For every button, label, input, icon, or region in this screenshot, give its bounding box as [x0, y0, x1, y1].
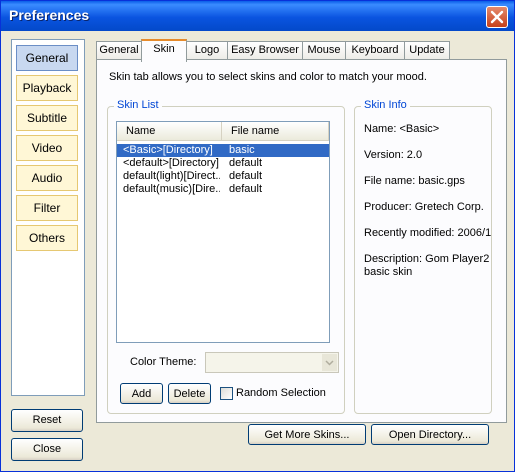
column-header-name[interactable]: Name	[117, 122, 222, 140]
skin-row[interactable]: default(music)[Dire... default	[117, 183, 329, 196]
sidebar-item-playback[interactable]: Playback	[16, 75, 78, 101]
column-header-file-name[interactable]: File name	[222, 122, 329, 140]
sidebar-item-audio[interactable]: Audio	[16, 165, 78, 191]
skin-row-name: <Basic>[Directory]	[123, 144, 213, 156]
random-selection-checkbox[interactable]	[220, 387, 233, 400]
skin-row[interactable]: <default>[Directory] default	[117, 157, 329, 170]
close-icon	[490, 10, 504, 24]
skin-row[interactable]: <Basic>[Directory] basic	[117, 144, 329, 157]
skin-info-version: Version: 2.0	[364, 149, 423, 161]
skin-info-file-name: File name: basic.gps	[364, 175, 465, 187]
sidebar-item-subtitle[interactable]: Subtitle	[16, 105, 78, 131]
sidebar-item-filter[interactable]: Filter	[16, 195, 78, 221]
tab-keyboard[interactable]: Keyboard	[345, 41, 405, 60]
add-skin-button[interactable]: Add	[120, 383, 163, 404]
preferences-window: Preferences General Playback Subtitle Vi…	[0, 0, 515, 472]
delete-skin-button[interactable]: Delete	[168, 383, 211, 404]
skin-info-title: Skin Info	[361, 99, 410, 111]
skin-list-group: Skin List Name File name <Basic>[Directo…	[107, 99, 345, 414]
color-theme-label: Color Theme:	[130, 356, 197, 368]
window-title: Preferences	[9, 7, 90, 23]
tab-skin[interactable]: Skin	[141, 39, 187, 62]
skin-row-name: default(music)[Dire...	[123, 183, 220, 195]
chevron-down-icon	[325, 360, 334, 366]
skin-row-file: default	[229, 157, 263, 169]
tab-easy-browser[interactable]: Easy Browser	[227, 41, 303, 60]
skin-info-description: Description: Gom Player2	[364, 253, 490, 265]
get-more-skins-button[interactable]: Get More Skins...	[248, 424, 366, 445]
reset-button[interactable]: Reset	[11, 409, 83, 432]
skin-list-title: Skin List	[114, 99, 162, 111]
category-sidebar: General Playback Subtitle Video Audio Fi…	[11, 39, 85, 396]
skin-row[interactable]: default(light)[Direct... default	[117, 170, 329, 183]
skin-listview[interactable]: Name File name <Basic>[Directory] basic …	[116, 121, 330, 343]
tab-logo[interactable]: Logo	[186, 41, 228, 60]
random-selection-label[interactable]: Random Selection	[236, 387, 326, 399]
sidebar-item-others[interactable]: Others	[16, 225, 78, 251]
close-button[interactable]: Close	[11, 438, 83, 461]
skin-info-name: Name: <Basic>	[364, 123, 440, 135]
skin-tab-description: Skin tab allows you to select skins and …	[109, 71, 427, 83]
open-directory-button[interactable]: Open Directory...	[371, 424, 489, 445]
skin-tab-pane: Skin tab allows you to select skins and …	[96, 59, 507, 423]
skin-row-name: default(light)[Direct...	[123, 170, 220, 182]
skin-info-recently-modified: Recently modified: 2006/1	[364, 227, 492, 239]
sidebar-item-general[interactable]: General	[16, 45, 78, 71]
color-theme-select[interactable]	[205, 352, 339, 373]
skin-row-file: basic	[229, 144, 255, 156]
title-bar[interactable]: Preferences	[1, 1, 514, 31]
tab-update[interactable]: Update	[404, 41, 450, 60]
sidebar-item-video[interactable]: Video	[16, 135, 78, 161]
skin-row-file: default	[229, 183, 263, 195]
tab-general[interactable]: General	[96, 41, 142, 60]
skin-info-description-cont: basic skin	[364, 266, 413, 278]
skin-row-name: <default>[Directory]	[123, 157, 219, 169]
skin-info-group: Skin Info Name: <Basic> Version: 2.0 Fil…	[354, 99, 492, 414]
close-window-button[interactable]	[486, 6, 508, 28]
color-theme-dropdown-button[interactable]	[322, 354, 337, 371]
skin-list-header: Name File name	[117, 122, 329, 141]
skin-info-producer: Producer: Gretech Corp.	[364, 201, 484, 213]
tab-mouse[interactable]: Mouse	[302, 41, 346, 60]
skin-row-file: default	[229, 170, 263, 182]
